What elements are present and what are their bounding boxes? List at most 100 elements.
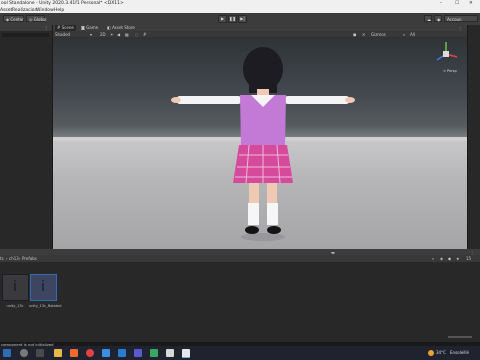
character-left-arm bbox=[176, 96, 242, 104]
hierarchy-panel: ⋮ bbox=[0, 25, 53, 249]
store-tab-icon: ◧ bbox=[107, 25, 111, 30]
hierarchy-search-input[interactable] bbox=[2, 33, 49, 37]
perspective-label[interactable]: < Persp bbox=[443, 69, 457, 73]
menu-asset[interactable]: Asset bbox=[0, 8, 12, 13]
character-right-hand bbox=[345, 97, 355, 103]
character-right-sock bbox=[267, 203, 278, 225]
project-toolbar: ts › ch13 › Prefabs ⌕ ◈ ◆ ★ 15 bbox=[0, 255, 480, 262]
project-browser: i unity_13c i unity_13c_Rotated bbox=[0, 262, 480, 342]
character-left-sock bbox=[248, 203, 259, 225]
breadcrumb-ch13[interactable]: ch13 bbox=[9, 256, 19, 261]
step-icon: ▶| bbox=[240, 16, 245, 21]
bottom-resize-icon: ▬ bbox=[331, 249, 335, 255]
zoom-slider[interactable] bbox=[448, 336, 472, 338]
services-button[interactable]: ◉ bbox=[434, 15, 442, 22]
scene-search-label: All bbox=[410, 31, 415, 37]
task-view-icon[interactable] bbox=[36, 349, 44, 357]
lighting-icon[interactable]: ☀ bbox=[110, 32, 114, 37]
character-right-shoe bbox=[267, 226, 281, 234]
start-button[interactable] bbox=[3, 349, 11, 357]
scene-search-input[interactable]: ⌕ bbox=[403, 32, 405, 37]
main-toolbar: ◈ Center ◎ Global ▶ ❚❚ ▶| ☁ ◉ Accoun bbox=[0, 13, 480, 25]
cloud-icon: ☁ bbox=[427, 17, 431, 22]
asset-label-unity-13c: unity_13c bbox=[6, 304, 24, 308]
filter-type-icon[interactable]: ◈ bbox=[440, 256, 443, 261]
breadcrumb-assets[interactable]: ts bbox=[0, 256, 4, 261]
asset-tile-unity-13c-rotated[interactable]: i bbox=[30, 274, 57, 301]
collab-button[interactable]: ☁ bbox=[424, 15, 432, 22]
maximize-button[interactable]: ☐ bbox=[455, 1, 459, 6]
hidden-packages-counter: 15 bbox=[466, 255, 472, 261]
character-left-leg bbox=[249, 183, 259, 205]
vscode-icon[interactable] bbox=[118, 349, 126, 357]
favorite-icon[interactable]: ★ bbox=[456, 256, 460, 261]
asset-label-unity-13c-rotated: unity_13c_Rotated bbox=[29, 304, 62, 308]
weather-temperature[interactable]: 34°C bbox=[436, 350, 446, 355]
pivot-global-button[interactable]: ◎ Global bbox=[26, 15, 47, 22]
pause-icon: ❚❚ bbox=[229, 16, 236, 21]
prefab-figure-icon-2: i bbox=[41, 279, 45, 295]
pivot-center-button[interactable]: ◈ Center bbox=[3, 15, 24, 22]
gizmos-dropdown[interactable]: Gizmos bbox=[371, 32, 386, 37]
filter-label-icon[interactable]: ◆ bbox=[448, 256, 451, 261]
menu-realizacion[interactable]: Realizacion bbox=[12, 8, 37, 13]
search-filter-icon[interactable]: ⌕ bbox=[432, 256, 434, 261]
pivot-label: Center bbox=[10, 17, 24, 22]
scene-tab-icon: # bbox=[57, 25, 61, 30]
audio-icon[interactable]: ◀ bbox=[117, 32, 120, 37]
tools-icon[interactable]: ✕ bbox=[362, 32, 365, 37]
window-title: ool Standalone - Unity 2020.3.41f1 Perso… bbox=[1, 1, 124, 6]
character-left-hand bbox=[171, 97, 181, 103]
scene-viewport[interactable]: < Persp bbox=[53, 37, 467, 249]
title-bar: ool Standalone - Unity 2020.3.41f1 Perso… bbox=[0, 0, 480, 7]
firefox-icon[interactable] bbox=[70, 349, 78, 357]
breadcrumb-prefabs[interactable]: Prefabs bbox=[22, 256, 37, 261]
panel-menu-icon[interactable]: ⋮ bbox=[44, 25, 48, 30]
effects-icon[interactable]: ▦ bbox=[125, 32, 129, 37]
account-label: Accoun bbox=[447, 17, 462, 22]
menu-window[interactable]: Window bbox=[36, 8, 54, 13]
pivot-icon: ◈ bbox=[6, 17, 10, 22]
opera-icon[interactable] bbox=[86, 349, 94, 357]
mail-icon[interactable] bbox=[102, 349, 110, 357]
asset-tile-unity-13c[interactable]: i bbox=[2, 274, 29, 301]
app-icon[interactable] bbox=[134, 349, 142, 357]
step-button[interactable]: ▶| bbox=[238, 15, 247, 23]
camera-icon[interactable]: ◼ bbox=[353, 32, 356, 37]
character-left-shoe bbox=[245, 226, 259, 234]
gizmo-center-cube bbox=[443, 51, 449, 57]
character-model[interactable] bbox=[53, 37, 467, 249]
grid-icon[interactable]: # bbox=[143, 32, 146, 37]
breadcrumb-separator-icon: › bbox=[6, 256, 8, 261]
view-2d-toggle[interactable]: 2D bbox=[100, 32, 106, 37]
weather-description[interactable]: Ensoleillé bbox=[450, 350, 469, 355]
minimize-button[interactable]: – bbox=[440, 1, 442, 6]
windows-taskbar: 34°C Ensoleillé bbox=[0, 346, 480, 360]
tab-game-label: Game bbox=[86, 25, 99, 30]
character-right-arm bbox=[284, 96, 350, 104]
character-right-leg bbox=[267, 183, 277, 205]
orientation-gizmo[interactable] bbox=[431, 39, 461, 69]
character-shadow bbox=[241, 233, 285, 241]
unity-editor-icon[interactable] bbox=[182, 349, 190, 358]
inspector-panel bbox=[467, 25, 480, 249]
gallery-icon[interactable] bbox=[150, 349, 158, 357]
bottom-panel-menu-icon[interactable]: ⋮ bbox=[470, 250, 474, 255]
search-icon[interactable] bbox=[20, 349, 28, 357]
tab-asset-store-label: Asset Store bbox=[112, 25, 135, 30]
close-button[interactable]: ✕ bbox=[469, 1, 473, 6]
pause-button[interactable]: ❚❚ bbox=[228, 15, 237, 23]
prefab-figure-icon: i bbox=[13, 279, 17, 295]
shading-chevron-icon: ▾ bbox=[90, 31, 93, 37]
account-dropdown[interactable]: Accoun bbox=[444, 15, 478, 22]
weather-sun-icon bbox=[428, 350, 434, 356]
services-icon: ◉ bbox=[437, 17, 441, 22]
play-icon: ▶ bbox=[220, 16, 225, 21]
menu-help[interactable]: Help bbox=[54, 8, 64, 13]
hierarchy-header: ⋮ bbox=[0, 25, 52, 31]
shading-mode-dropdown[interactable]: Shaded bbox=[55, 32, 70, 37]
play-button[interactable]: ▶ bbox=[218, 15, 227, 23]
hidden-objects-icon[interactable]: ◌ bbox=[135, 32, 139, 37]
unity-hub-icon[interactable] bbox=[166, 349, 174, 357]
file-explorer-icon[interactable] bbox=[54, 349, 62, 357]
